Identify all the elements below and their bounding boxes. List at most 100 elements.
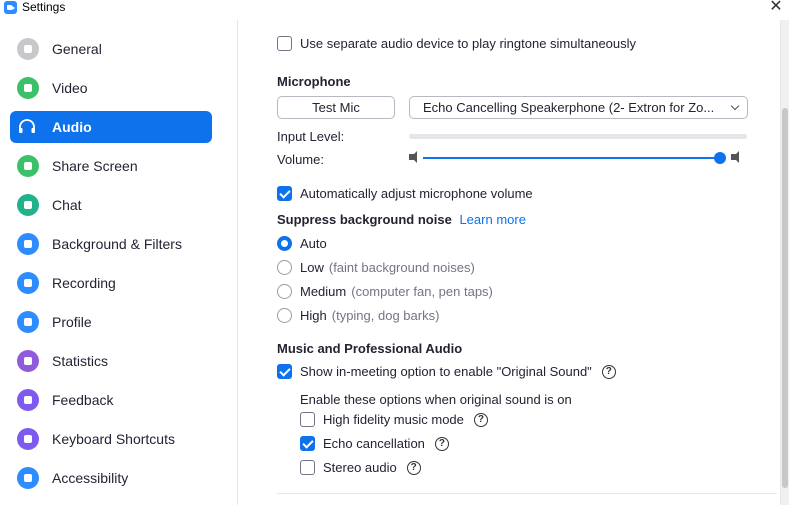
- keyboard-icon: [17, 428, 39, 450]
- help-icon[interactable]: ?: [601, 364, 616, 379]
- echo-cancellation-label: Echo cancellation: [323, 436, 425, 451]
- sidebar-item-label: Keyboard Shortcuts: [52, 431, 175, 447]
- music-audio-heading: Music and Professional Audio: [277, 341, 463, 356]
- gear-icon: [17, 38, 39, 60]
- stereo-audio-label: Stereo audio: [323, 460, 397, 475]
- window-title: Settings: [22, 0, 66, 14]
- zoom-app-icon: [4, 1, 17, 14]
- sidebar-item-label: Profile: [52, 314, 92, 330]
- sidebar-item-label: Video: [52, 80, 88, 96]
- sidebar-item-label: Background & Filters: [52, 236, 182, 252]
- smiley-icon: [17, 389, 39, 411]
- share-screen-icon: [17, 155, 39, 177]
- input-level-meter: [409, 134, 747, 139]
- sidebar-item-share-screen[interactable]: Share Screen: [10, 150, 212, 182]
- input-level-label: Input Level:: [277, 129, 345, 144]
- audio-settings-panel: Use separate audio device to play ringto…: [240, 20, 789, 505]
- sidebar-item-audio[interactable]: Audio: [10, 111, 212, 143]
- sidebar-item-label: Accessibility: [52, 470, 129, 486]
- speaker-low-icon: [409, 151, 417, 163]
- echo-cancellation-option[interactable]: Echo cancellation ?: [300, 436, 449, 451]
- speaker-high-icon: [731, 151, 739, 163]
- ringtone-device-checkbox[interactable]: [277, 36, 292, 51]
- title-bar: Settings ✕: [0, 0, 789, 16]
- suppress-option-hint: (faint background noises): [328, 260, 475, 275]
- suppress-option-hint: (computer fan, pen taps): [351, 284, 493, 299]
- sidebar-item-general[interactable]: General: [10, 33, 212, 65]
- suppress-low-option[interactable]: Low (faint background noises): [277, 260, 475, 275]
- person-icon: [17, 311, 39, 333]
- stereo-audio-checkbox[interactable]: [300, 460, 315, 475]
- sidebar-item-label: Audio: [52, 119, 92, 135]
- sidebar-item-label: Statistics: [52, 353, 109, 369]
- accessibility-icon: [17, 467, 39, 489]
- person-background-icon: [17, 233, 39, 255]
- suppress-auto-option[interactable]: Auto: [277, 236, 327, 251]
- chevron-down-icon: [730, 101, 740, 111]
- bar-chart-icon: [17, 350, 39, 372]
- content-scrollbar[interactable]: [780, 20, 789, 505]
- auto-adjust-option[interactable]: Automatically adjust microphone volume: [277, 186, 533, 201]
- suppress-option-label: Low: [300, 260, 324, 275]
- suppress-auto-radio[interactable]: [277, 236, 292, 251]
- sidebar-item-label: Share Screen: [52, 158, 138, 174]
- sidebar-item-video[interactable]: Video: [10, 72, 212, 104]
- sidebar-item-label: General: [52, 41, 102, 57]
- suppress-high-option[interactable]: High (typing, dog barks): [277, 308, 439, 323]
- sidebar-item-keyboard-shortcuts[interactable]: Keyboard Shortcuts: [10, 423, 212, 455]
- record-icon: [17, 272, 39, 294]
- auto-adjust-label: Automatically adjust microphone volume: [300, 186, 533, 201]
- original-sound-option[interactable]: Show in-meeting option to enable "Origin…: [277, 364, 616, 379]
- microphone-device-select[interactable]: Echo Cancelling Speakerphone (2- Extron …: [409, 96, 748, 119]
- section-divider: [277, 493, 777, 494]
- suppress-option-label: Auto: [300, 236, 327, 251]
- sidebar-item-label: Chat: [52, 197, 82, 213]
- original-sound-label: Show in-meeting option to enable "Origin…: [300, 364, 592, 379]
- microphone-device-value: Echo Cancelling Speakerphone (2- Extron …: [423, 100, 715, 115]
- high-fidelity-option[interactable]: High fidelity music mode ?: [300, 412, 488, 427]
- learn-more-link[interactable]: Learn more: [459, 212, 525, 227]
- suppress-option-label: Medium: [300, 284, 347, 299]
- sidebar-item-feedback[interactable]: Feedback: [10, 384, 212, 416]
- suppress-low-radio[interactable]: [277, 260, 292, 275]
- sidebar-item-label: Feedback: [52, 392, 114, 408]
- high-fidelity-checkbox[interactable]: [300, 412, 315, 427]
- ringtone-device-label: Use separate audio device to play ringto…: [300, 36, 637, 51]
- suppress-option-label: High: [300, 308, 327, 323]
- sidebar-item-statistics[interactable]: Statistics: [10, 345, 212, 377]
- help-icon[interactable]: ?: [473, 412, 488, 427]
- sidebar-item-accessibility[interactable]: Accessibility: [10, 462, 212, 494]
- chat-bubble-icon: [17, 194, 39, 216]
- help-icon[interactable]: ?: [406, 460, 421, 475]
- stereo-audio-option[interactable]: Stereo audio ?: [300, 460, 421, 475]
- settings-sidebar: General Video Audio Share Screen Chat Ba…: [0, 20, 238, 505]
- sidebar-item-background-filters[interactable]: Background & Filters: [10, 228, 212, 260]
- suppress-high-radio[interactable]: [277, 308, 292, 323]
- help-icon[interactable]: ?: [434, 436, 449, 451]
- auto-adjust-checkbox[interactable]: [277, 186, 292, 201]
- volume-slider[interactable]: [409, 150, 749, 166]
- original-sound-subheading: Enable these options when original sound…: [300, 392, 572, 407]
- test-mic-button[interactable]: Test Mic: [277, 96, 395, 119]
- sidebar-item-label: Recording: [52, 275, 116, 291]
- high-fidelity-label: High fidelity music mode: [323, 412, 464, 427]
- close-icon[interactable]: ✕: [765, 0, 787, 16]
- scrollbar-thumb[interactable]: [782, 108, 788, 488]
- suppress-noise-heading: Suppress background noise Learn more: [277, 212, 526, 227]
- headphones-icon: [19, 119, 35, 133]
- suppress-medium-radio[interactable]: [277, 284, 292, 299]
- sidebar-item-chat[interactable]: Chat: [10, 189, 212, 221]
- sidebar-item-profile[interactable]: Profile: [10, 306, 212, 338]
- sidebar-item-recording[interactable]: Recording: [10, 267, 212, 299]
- ringtone-device-option[interactable]: Use separate audio device to play ringto…: [277, 36, 636, 51]
- suppress-medium-option[interactable]: Medium (computer fan, pen taps): [277, 284, 493, 299]
- original-sound-checkbox[interactable]: [277, 364, 292, 379]
- echo-cancellation-checkbox[interactable]: [300, 436, 315, 451]
- suppress-option-hint: (typing, dog barks): [331, 308, 440, 323]
- volume-slider-thumb[interactable]: [714, 152, 726, 164]
- microphone-heading: Microphone: [277, 74, 351, 89]
- video-camera-icon: [17, 77, 39, 99]
- volume-slider-track: [423, 157, 720, 159]
- suppress-noise-title: Suppress background noise: [277, 212, 452, 227]
- volume-label: Volume:: [277, 152, 324, 167]
